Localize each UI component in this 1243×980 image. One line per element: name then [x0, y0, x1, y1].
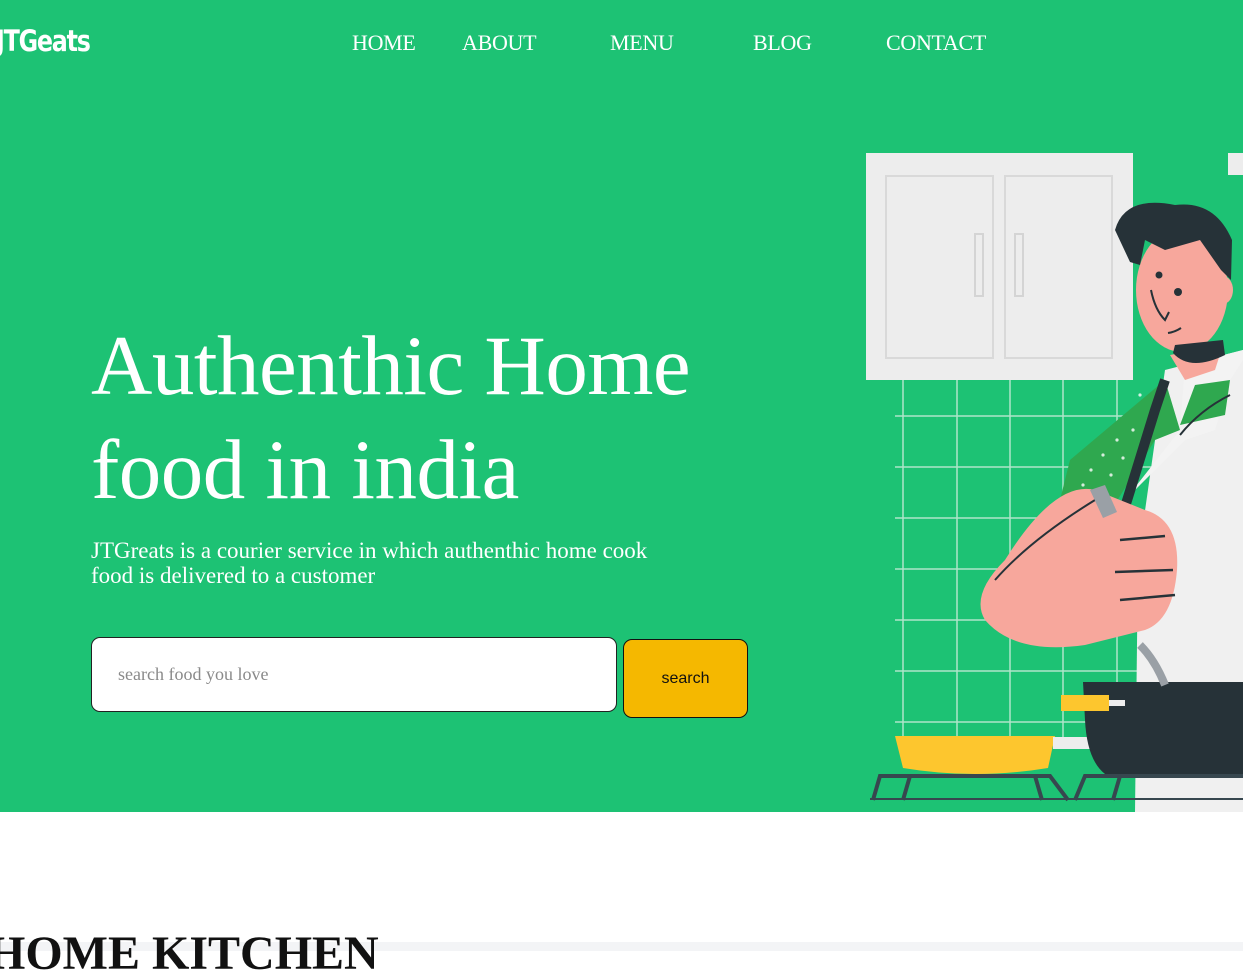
- nav-blog[interactable]: BLOG: [753, 30, 812, 56]
- hero-section: JTGeats HOME ABOUT MENU BLOG CONTACT Aut…: [0, 0, 1243, 812]
- search-input[interactable]: [91, 637, 617, 712]
- nav-home[interactable]: HOME: [352, 30, 416, 56]
- hero-description: JTGreats is a courier service in which a…: [91, 538, 661, 588]
- frying-pan: [895, 736, 1103, 774]
- hero-title: Authenthic Home food in india: [91, 314, 690, 522]
- nav-menu[interactable]: MENU: [610, 30, 674, 56]
- hero-title-line-2: food in india: [91, 423, 519, 517]
- nav-contact[interactable]: CONTACT: [886, 30, 986, 56]
- section-heading: HOME KITCHEN: [0, 930, 379, 978]
- search-button[interactable]: search: [623, 639, 748, 718]
- brand-logo[interactable]: JTGeats: [0, 24, 90, 58]
- chef-cooking-illustration: [855, 140, 1243, 812]
- hero-title-line-1: Authenthic Home: [91, 319, 690, 413]
- nav-about[interactable]: ABOUT: [462, 30, 536, 56]
